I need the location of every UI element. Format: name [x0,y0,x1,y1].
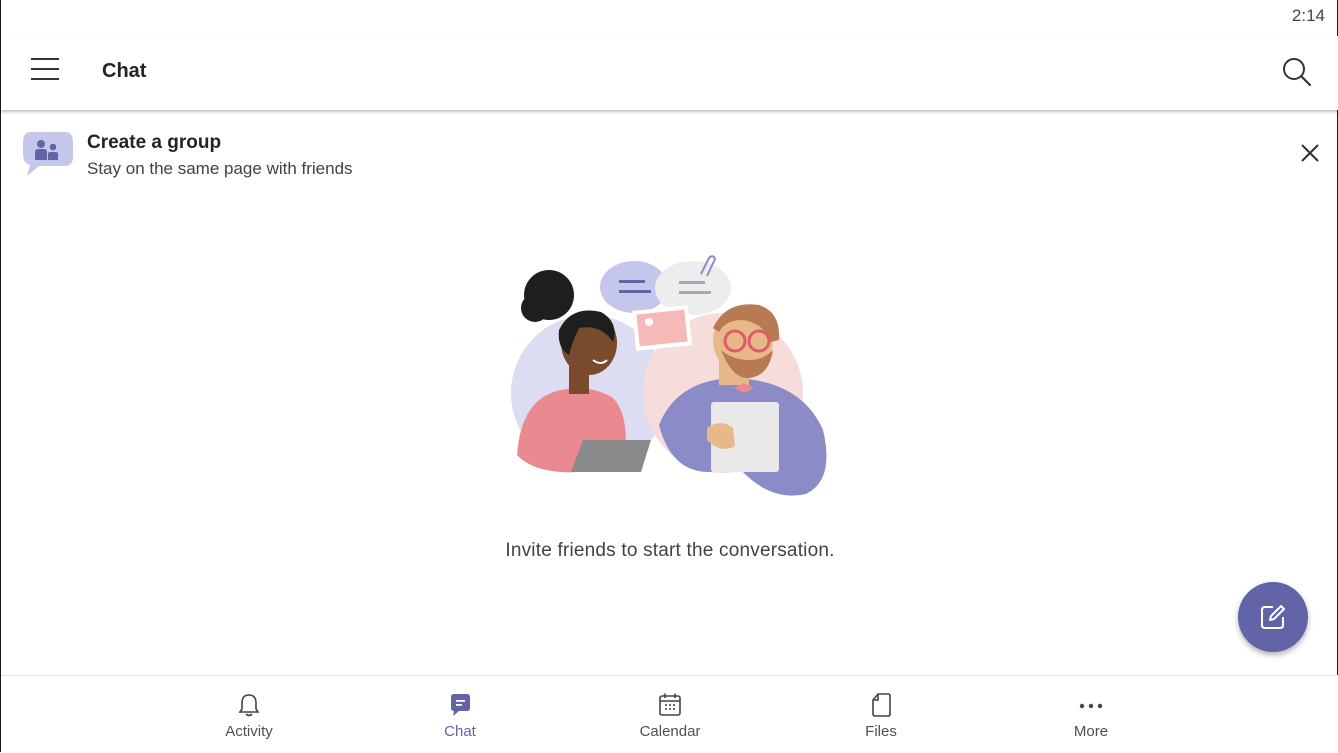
bell-icon [238,694,260,717]
nav-item-activity[interactable]: Activity [189,676,309,753]
page-title: Chat [102,60,147,82]
nav-label-files: Files [865,723,897,740]
nav-label-calendar: Calendar [639,723,701,740]
calendar-icon [659,693,681,716]
file-icon [872,693,891,717]
nav-label-more: More [1073,723,1109,740]
new-chat-button[interactable] [1238,582,1308,652]
search-button[interactable] [1279,54,1315,90]
close-icon [1301,144,1319,162]
empty-state-message: Invite friends to start the conversation… [505,540,835,561]
search-icon [1283,58,1312,87]
two-people-chatting-illustration [511,255,827,496]
app-bar: Chat [1,36,1338,110]
create-group-banner[interactable]: Create a group Stay on the same page wit… [1,118,1338,190]
nav-label-activity: Activity [225,723,273,740]
app-frame: 2:14 Chat Create a group Stay on the sam… [0,0,1338,753]
banner-title: Create a group [87,132,222,153]
hamburger-menu-icon [31,58,59,80]
group-chat-icon [23,132,73,176]
more-dots-icon [1079,703,1103,709]
chat-icon [451,694,470,716]
nav-label-chat: Chat [444,723,476,740]
nav-item-calendar[interactable]: Calendar [610,676,730,753]
nav-item-chat[interactable]: Chat [400,676,520,753]
banner-close-button[interactable] [1297,140,1323,166]
banner-subtitle: Stay on the same page with friends [87,159,353,178]
status-bar-time: 2:14 [1291,6,1325,25]
nav-item-files[interactable]: Files [821,676,941,753]
menu-button[interactable] [25,54,65,86]
nav-item-more[interactable]: More [1031,676,1151,753]
bottom-navigation: Activity Chat Calendar Files More [1,675,1338,753]
compose-icon [1261,605,1285,629]
